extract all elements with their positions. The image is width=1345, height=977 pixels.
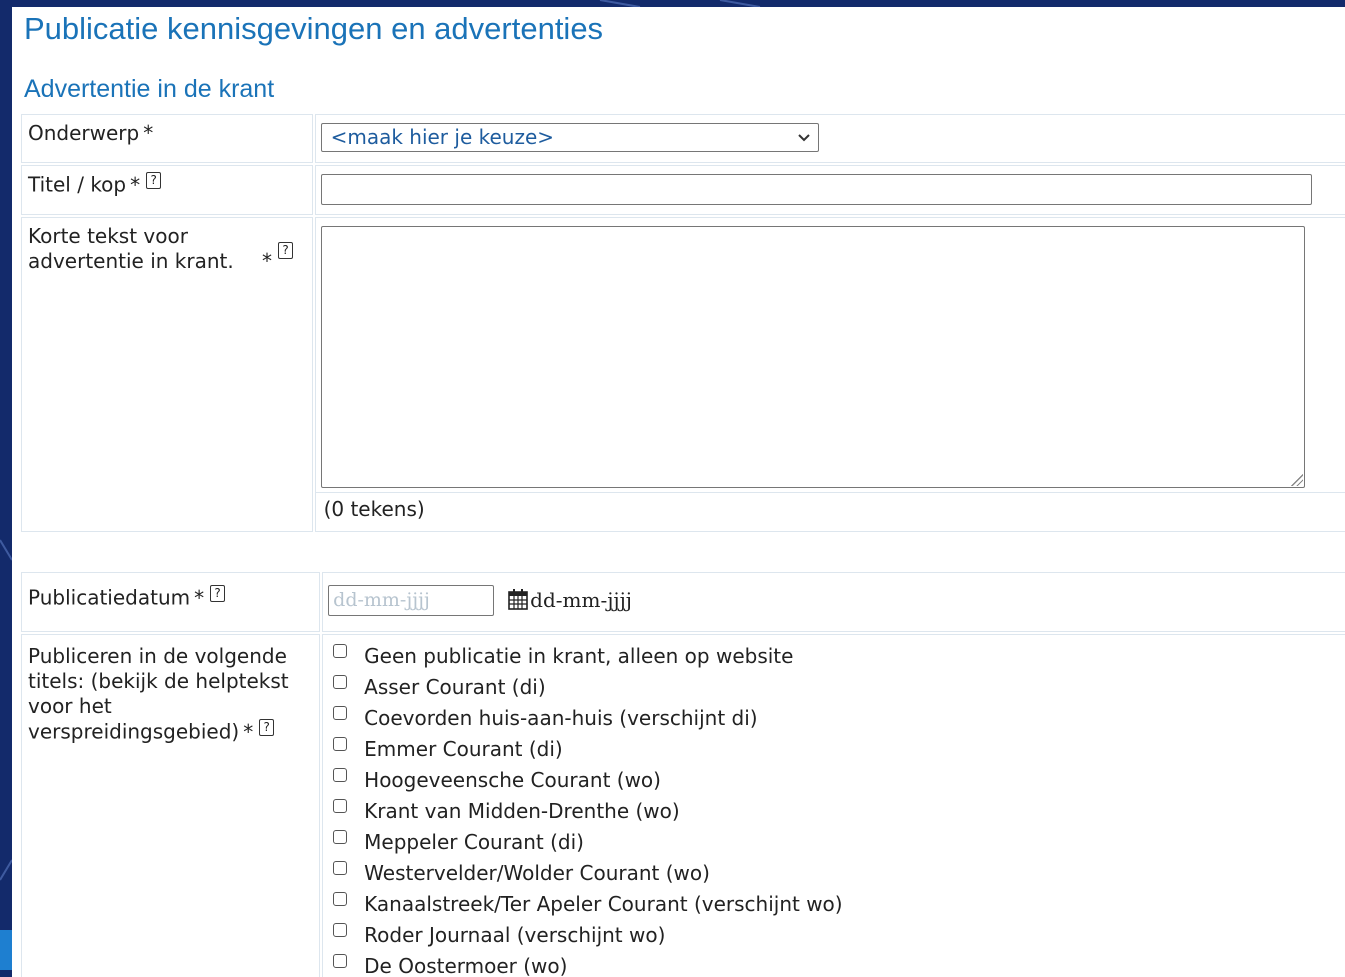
option-label: Meppeler Courant (di) — [364, 830, 584, 854]
calendar-icon[interactable] — [508, 588, 528, 615]
checkbox[interactable] — [333, 923, 348, 937]
checkbox[interactable] — [333, 737, 348, 751]
form-row-publicatiedatum: Publicatiedatum *? dd-mm-jjjj dd-mm-jjjj — [21, 572, 1345, 632]
onderwerp-field-cell: <maak hier je keuze> — [314, 114, 1345, 163]
korte-tekst-textarea[interactable] — [320, 226, 1305, 488]
publicatiedatum-label-cell: Publicatiedatum *? — [21, 572, 321, 632]
option-label: Hoogeveensche Courant (wo) — [364, 768, 661, 792]
option-westervelder-wolder[interactable]: Westervelder/Wolder Courant (wo) — [323, 858, 1345, 889]
help-icon[interactable]: ? — [210, 585, 226, 602]
checkbox[interactable] — [333, 830, 348, 844]
advertisement-form-table: Onderwerp * <maak hier je keuze> Titel / … — [19, 112, 1345, 534]
option-label: Roder Journaal (verschijnt wo) — [364, 923, 666, 947]
checkbox[interactable] — [333, 799, 348, 813]
checkbox[interactable] — [333, 954, 348, 968]
titel-field-cell — [314, 165, 1345, 215]
titel-input[interactable] — [320, 174, 1312, 205]
option-label: Kanaalstreek/Ter Apeler Courant (verschi… — [364, 892, 843, 916]
checkbox[interactable] — [333, 768, 348, 782]
titel-label: Titel / kop — [28, 172, 127, 197]
checkbox[interactable] — [333, 644, 348, 658]
option-de-oostermoer[interactable]: De Oostermoer (wo) — [323, 951, 1345, 977]
publicatiedatum-field-cell: dd-mm-jjjj dd-mm-jjjj — [322, 572, 1345, 632]
required-marker: * — [130, 172, 141, 197]
titels-label-cell: Publiceren in de volgende titels: (bekij… — [21, 634, 321, 977]
option-label: Coevorden huis-aan-huis (verschijnt di) — [364, 706, 758, 730]
form-row-titels: Publiceren in de volgende titels: (bekij… — [21, 634, 1345, 977]
titel-label-cell: Titel / kop *? — [21, 165, 313, 215]
option-roder-journaal[interactable]: Roder Journaal (verschijnt wo) — [323, 920, 1345, 951]
page-title: Publicatie kennisgevingen en advertentie… — [24, 11, 604, 46]
option-label: De Oostermoer (wo) — [364, 954, 568, 977]
required-marker: * — [194, 585, 205, 610]
checkbox[interactable] — [333, 892, 348, 906]
resize-grip-icon[interactable] — [1290, 474, 1303, 486]
section-title: Advertentie in de krant — [24, 75, 275, 103]
option-asser-courant[interactable]: Asser Courant (di) — [323, 672, 1345, 703]
korte-tekst-label-cell: Korte tekst voor advertentie in krant. *? — [21, 217, 313, 532]
option-emmer-courant[interactable]: Emmer Courant (di) — [323, 734, 1345, 765]
help-icon[interactable]: ? — [278, 242, 293, 259]
option-hoogeveensche-courant[interactable]: Hoogeveensche Courant (wo) — [323, 765, 1345, 796]
korte-tekst-field-cell: (0 tekens) — [314, 217, 1345, 532]
required-marker: * — [243, 719, 254, 744]
onderwerp-label: Onderwerp — [28, 121, 140, 145]
checkbox[interactable] — [333, 706, 348, 720]
option-coevorden[interactable]: Coevorden huis-aan-huis (verschijnt di) — [323, 703, 1345, 734]
publicatiedatum-input[interactable]: dd-mm-jjjj — [328, 585, 495, 616]
option-geen-publicatie[interactable]: Geen publicatie in krant, alleen op webs… — [323, 641, 1345, 672]
publication-form-table: Publicatiedatum *? dd-mm-jjjj dd-mm-jjjj … — [19, 570, 1345, 977]
publicatiedatum-label: Publicatiedatum — [28, 585, 191, 610]
korte-tekst-label: Korte tekst voor advertentie in krant. — [28, 224, 234, 273]
help-icon[interactable]: ? — [259, 719, 275, 736]
onderwerp-select[interactable]: <maak hier je keuze> — [320, 123, 819, 152]
date-format-hint: dd-mm-jjjj — [530, 588, 633, 612]
onderwerp-label-cell: Onderwerp * — [21, 114, 313, 163]
help-icon[interactable]: ? — [146, 172, 162, 189]
onderwerp-select-value: <maak hier je keuze> — [330, 125, 555, 149]
titels-field-cell: Geen publicatie in krant, alleen op webs… — [322, 634, 1345, 977]
chevron-down-icon — [797, 124, 811, 161]
option-meppeler-courant[interactable]: Meppeler Courant (di) — [323, 827, 1345, 858]
character-counter: (0 tekens) — [315, 492, 1345, 521]
option-label: Westervelder/Wolder Courant (wo) — [364, 861, 710, 885]
option-label: Geen publicatie in krant, alleen op webs… — [364, 644, 794, 668]
form-row-titel: Titel / kop *? — [21, 165, 1345, 215]
checkbox[interactable] — [333, 861, 348, 875]
option-label: Asser Courant (di) — [364, 675, 546, 699]
required-marker: * — [143, 121, 154, 145]
option-label: Emmer Courant (di) — [364, 737, 563, 761]
option-label: Krant van Midden-Drenthe (wo) — [364, 799, 680, 823]
form-row-onderwerp: Onderwerp * <maak hier je keuze> — [21, 114, 1345, 163]
form-row-korte-tekst: Korte tekst voor advertentie in krant. *?… — [21, 217, 1345, 532]
option-kanaalstreek[interactable]: Kanaalstreek/Ter Apeler Courant (verschi… — [323, 889, 1345, 920]
content-panel: Publicatie kennisgevingen en advertentie… — [12, 7, 1345, 977]
checkbox[interactable] — [333, 675, 348, 689]
required-marker: * — [262, 249, 272, 273]
option-krant-midden-drenthe[interactable]: Krant van Midden-Drenthe (wo) — [323, 796, 1345, 827]
